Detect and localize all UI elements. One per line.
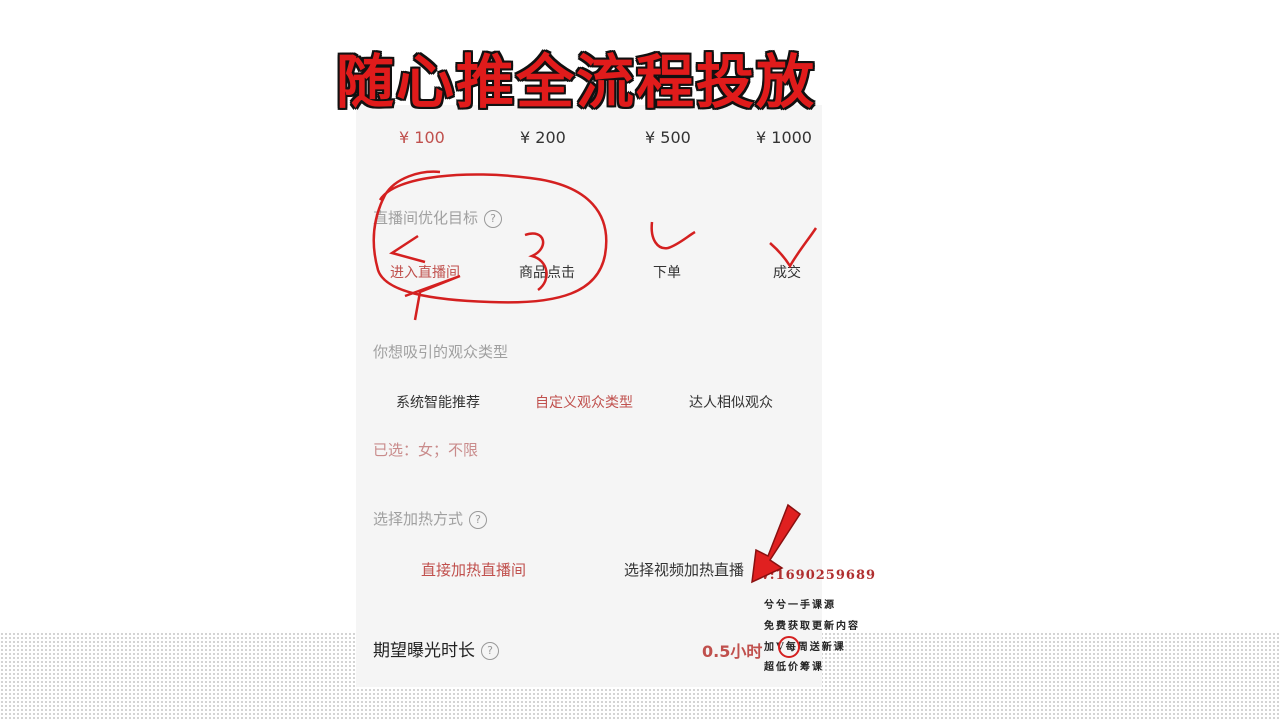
boost-method-text: 选择加热方式: [373, 510, 464, 528]
help-icon[interactable]: ?: [469, 510, 488, 529]
help-icon[interactable]: ?: [484, 209, 503, 228]
option-enter-live-room[interactable]: 进入直播间: [390, 262, 460, 282]
option-place-order[interactable]: 下单: [653, 262, 681, 282]
boost-method-label: 选择加热方式?: [373, 508, 488, 529]
option-direct-boost[interactable]: 直接加热直播间: [421, 559, 526, 580]
selected-audience-text: 已选：女；不限: [373, 441, 479, 459]
price-option-500[interactable]: ¥ 500: [645, 128, 691, 147]
watermark-contact: V:1690259689: [760, 568, 877, 583]
page-title: 随心推全流程投放: [336, 48, 817, 116]
duration-text: 期望曝光时长: [373, 641, 475, 661]
price-option-200[interactable]: ¥ 200: [520, 128, 566, 147]
price-option-1000[interactable]: ¥ 1000: [756, 128, 812, 147]
option-product-click[interactable]: 商品点击: [519, 262, 575, 282]
optimize-target-text: 直播间优化目标: [373, 209, 479, 227]
audience-type-label: 你想吸引的观众类型: [373, 343, 509, 361]
watermark-line-1: 兮兮一手课源: [764, 600, 836, 611]
option-similar-audience[interactable]: 达人相似观众: [689, 392, 773, 412]
watermark-line-4: 超低价筹课: [764, 662, 824, 673]
optimize-target-label: 直播间优化目标?: [373, 207, 503, 228]
watermark-line-2: 免费获取更新内容: [764, 621, 860, 632]
option-video-boost[interactable]: 选择视频加热直播: [624, 559, 744, 580]
price-option-100[interactable]: ¥ 100: [399, 128, 445, 147]
duration-label: 期望曝光时长?: [373, 636, 499, 661]
option-smart-recommend[interactable]: 系统智能推荐: [396, 392, 480, 412]
help-icon[interactable]: ?: [481, 642, 499, 660]
option-custom-audience[interactable]: 自定义观众类型: [535, 392, 633, 412]
duration-value[interactable]: 0.5小时: [702, 638, 762, 662]
option-deal[interactable]: 成交: [773, 262, 801, 282]
watermark-line-3: 加V每周送新课: [764, 642, 846, 653]
